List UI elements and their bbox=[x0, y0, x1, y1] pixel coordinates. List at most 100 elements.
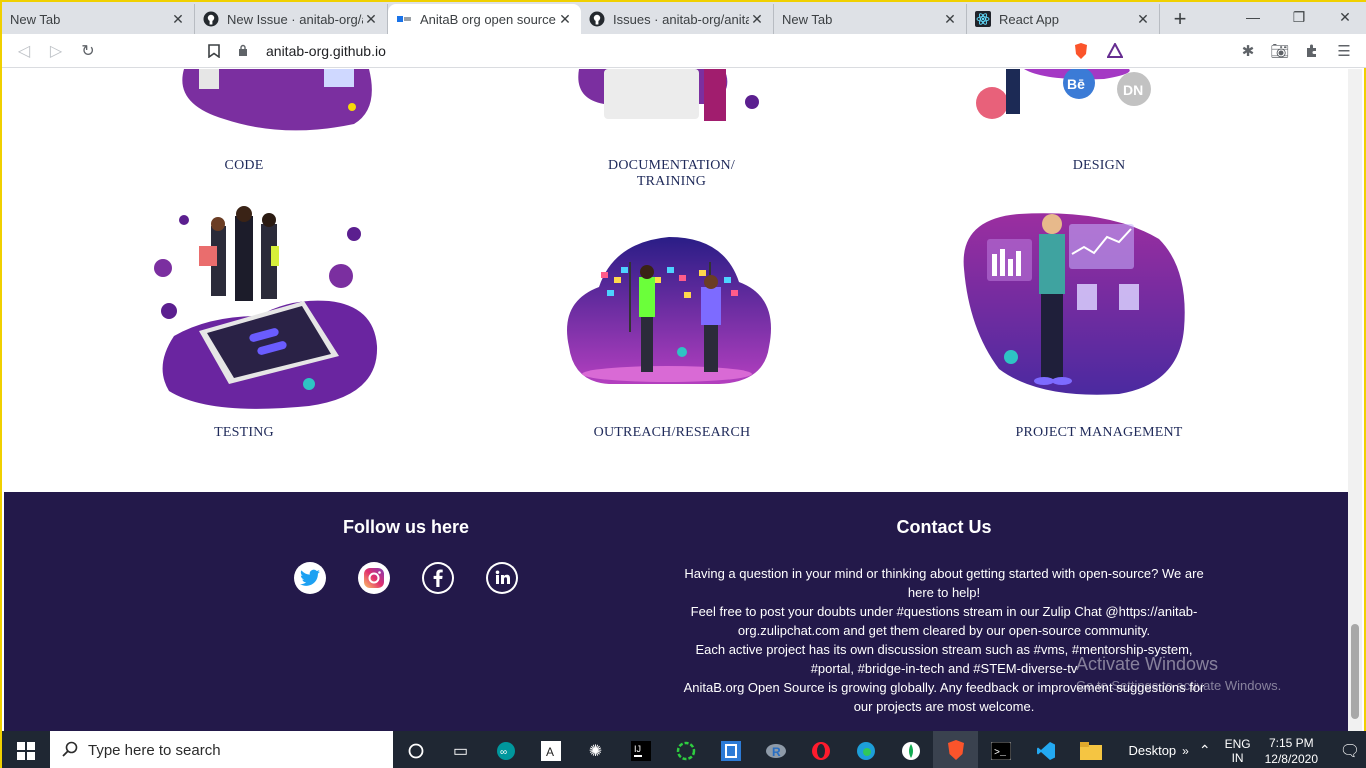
tab-title: New Tab bbox=[782, 11, 833, 27]
clock[interactable]: 7:15 PM 12/8/2020 bbox=[1265, 735, 1318, 767]
camera-icon[interactable]: 📷︎ bbox=[1264, 37, 1296, 65]
testing-illustration bbox=[154, 206, 378, 409]
svg-text:IJ: IJ bbox=[634, 744, 641, 754]
menu-icon[interactable]: ☰ bbox=[1328, 37, 1360, 65]
follow-title: Follow us here bbox=[342, 517, 470, 537]
mongodb-icon[interactable] bbox=[888, 731, 933, 768]
svg-text:DN: DN bbox=[1123, 82, 1143, 98]
facebook-icon[interactable] bbox=[422, 562, 454, 594]
opera-icon[interactable] bbox=[798, 731, 843, 768]
restore-button[interactable]: ❐ bbox=[1276, 2, 1322, 32]
close-window-button[interactable]: ✕ bbox=[1322, 2, 1366, 32]
browser-toolbar: ◁ ▷ ↻ anitab-org.github.io ✱ 📷︎ ☰ bbox=[2, 34, 1366, 68]
scrollbar-thumb[interactable] bbox=[1351, 624, 1359, 719]
clock-time: 7:15 PM bbox=[1268, 735, 1314, 750]
close-icon[interactable]: ✕ bbox=[170, 11, 186, 28]
adobe-icon[interactable]: A bbox=[528, 731, 573, 768]
tab-strip: New Tab ✕ New Issue · anitab-org/an ✕ An… bbox=[2, 2, 1366, 34]
chevron-up-icon[interactable]: ⌃ bbox=[1199, 742, 1211, 759]
search-placeholder: Type here to search bbox=[88, 742, 221, 759]
bookmark-icon[interactable] bbox=[198, 37, 230, 65]
page-content: CODE DOCUMENTATION/ TRAINING Bē DN DESIG… bbox=[4, 69, 1352, 731]
svg-text:Bē: Bē bbox=[1067, 76, 1085, 92]
taskbar-search[interactable]: Type here to search bbox=[50, 731, 393, 768]
extensions-icon[interactable] bbox=[1296, 37, 1328, 65]
svg-text:>_: >_ bbox=[994, 748, 1007, 759]
file-explorer-icon[interactable] bbox=[1068, 731, 1113, 768]
r-studio-icon[interactable]: R bbox=[753, 731, 798, 768]
linkedin-icon[interactable] bbox=[486, 562, 518, 594]
language-code: ENG bbox=[1224, 736, 1251, 751]
tab-title: React App bbox=[999, 11, 1059, 27]
windows-start-icon[interactable] bbox=[2, 731, 50, 768]
tab-github-issues[interactable]: Issues · anitab-org/anitab ✕ bbox=[581, 4, 774, 34]
new-tab-button[interactable]: + bbox=[1164, 4, 1196, 34]
instagram-icon[interactable] bbox=[358, 562, 390, 594]
vscode-icon[interactable] bbox=[1023, 731, 1068, 768]
vertical-scrollbar[interactable] bbox=[1348, 69, 1362, 731]
windows-taskbar: Type here to search ▭ ∞ A ✺ IJ R >_ Desk… bbox=[2, 731, 1366, 768]
activate-windows-title: Activate Windows bbox=[1076, 654, 1219, 674]
area-code[interactable]: CODE bbox=[144, 158, 344, 174]
svg-text:R: R bbox=[772, 745, 781, 759]
lock-icon bbox=[238, 44, 258, 59]
edge-icon[interactable] bbox=[843, 731, 888, 768]
tab-react-app[interactable]: React App ✕ bbox=[967, 4, 1160, 34]
minimize-button[interactable]: — bbox=[1230, 2, 1276, 32]
site-footer: Follow us here Contact Us Having a quest… bbox=[4, 492, 1352, 731]
notification-icon[interactable]: 🗨︎ bbox=[1332, 741, 1366, 761]
desktop-toolbar-label[interactable]: Desktop bbox=[1128, 743, 1176, 758]
brave-rewards-icon[interactable] bbox=[1099, 37, 1131, 65]
bug-icon[interactable]: ✱ bbox=[1232, 37, 1264, 65]
contact-line: Having a question in your mind or thinki… bbox=[684, 566, 1204, 600]
twitter-icon[interactable] bbox=[294, 562, 326, 594]
tab-new-tab-2[interactable]: New Tab ✕ bbox=[774, 4, 967, 34]
spider-icon[interactable]: ✺ bbox=[573, 731, 618, 768]
task-view-icon[interactable]: ▭ bbox=[438, 731, 483, 768]
code-illustration bbox=[182, 69, 372, 131]
terminal-icon[interactable]: >_ bbox=[978, 731, 1023, 768]
tab-anitab-open-source[interactable]: AnitaB org open source ✕ bbox=[388, 4, 581, 34]
close-icon[interactable]: ✕ bbox=[942, 11, 958, 28]
close-icon[interactable]: ✕ bbox=[557, 11, 573, 28]
cortana-icon[interactable] bbox=[393, 731, 438, 768]
language-indicator[interactable]: ENG IN bbox=[1225, 737, 1251, 765]
reload-button[interactable]: ↻ bbox=[72, 37, 104, 65]
address-text: anitab-org.github.io bbox=[266, 43, 386, 59]
contact-line: Feel free to post your doubts under #que… bbox=[690, 604, 1198, 638]
github-icon bbox=[203, 11, 219, 27]
intellij-icon[interactable]: IJ bbox=[618, 731, 663, 768]
tab-title: AnitaB org open source bbox=[420, 11, 556, 27]
region-code: IN bbox=[1231, 750, 1244, 765]
arduino-icon[interactable]: ∞ bbox=[483, 731, 528, 768]
brave-icon[interactable] bbox=[933, 731, 978, 768]
tab-github-new-issue[interactable]: New Issue · anitab-org/an ✕ bbox=[195, 4, 388, 34]
chevron-right-icon[interactable]: » bbox=[1182, 744, 1189, 758]
outreach-illustration bbox=[567, 237, 771, 384]
area-project-management[interactable]: PROJECT MANAGEMENT bbox=[999, 425, 1199, 441]
area-documentation[interactable]: DOCUMENTATION/ TRAINING bbox=[559, 158, 784, 190]
github-icon bbox=[589, 11, 605, 27]
forward-button[interactable]: ▷ bbox=[40, 37, 72, 65]
project-management-illustration bbox=[963, 213, 1185, 395]
contact-title: Contact Us bbox=[896, 517, 992, 537]
notes-app-icon[interactable] bbox=[708, 731, 753, 768]
address-bar[interactable]: anitab-org.github.io bbox=[238, 37, 1060, 65]
close-icon[interactable]: ✕ bbox=[1135, 11, 1151, 28]
close-icon[interactable]: ✕ bbox=[749, 11, 765, 28]
area-design[interactable]: DESIGN bbox=[999, 158, 1199, 174]
area-outreach[interactable]: OUTREACH/RESEARCH bbox=[572, 425, 772, 441]
anitab-icon bbox=[396, 11, 412, 27]
documentation-illustration bbox=[578, 69, 759, 121]
react-icon bbox=[975, 11, 991, 27]
brave-shield-icon[interactable] bbox=[1065, 37, 1097, 65]
area-testing[interactable]: TESTING bbox=[144, 425, 344, 441]
tab-title: Issues · anitab-org/anitab bbox=[613, 11, 749, 27]
sync-icon[interactable] bbox=[663, 731, 708, 768]
close-icon[interactable]: ✕ bbox=[363, 11, 379, 28]
contact-text: Having a question in your mind or thinki… bbox=[674, 564, 1214, 716]
clock-date: 12/8/2020 bbox=[1264, 751, 1318, 766]
design-illustration: Bē DN bbox=[976, 69, 1151, 119]
tab-new-tab-1[interactable]: New Tab ✕ bbox=[2, 4, 195, 34]
back-button[interactable]: ◁ bbox=[8, 37, 40, 65]
